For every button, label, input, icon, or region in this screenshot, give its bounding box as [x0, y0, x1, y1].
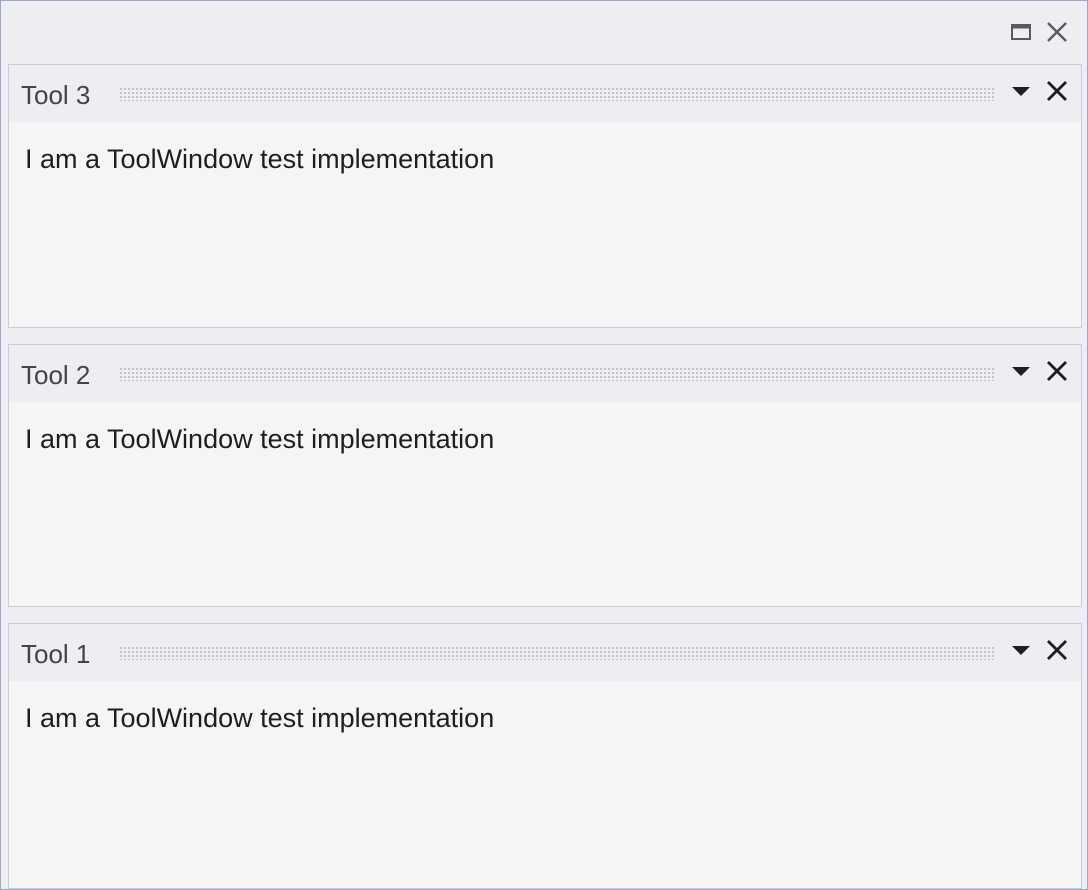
- tool-pane-tool-3: Tool 3 I am a ToolWindow test implementa…: [8, 64, 1082, 328]
- pane-menu-button[interactable]: [1009, 639, 1033, 665]
- close-icon: [1046, 80, 1068, 107]
- pane-title: Tool 1: [21, 639, 91, 669]
- pane-title: Tool 3: [21, 80, 91, 110]
- close-icon: [1046, 360, 1068, 387]
- pane-header[interactable]: Tool 3: [9, 65, 1081, 122]
- pane-menu-button[interactable]: [1009, 80, 1033, 106]
- pane-splitter[interactable]: [8, 607, 1082, 623]
- pane-close-button[interactable]: [1043, 78, 1071, 108]
- pane-close-button[interactable]: [1043, 358, 1071, 388]
- pane-header[interactable]: Tool 1: [9, 624, 1081, 681]
- close-icon: [1046, 639, 1068, 666]
- dropdown-arrow-icon: [1011, 643, 1031, 661]
- drag-grip[interactable]: [119, 646, 994, 660]
- pane-close-button[interactable]: [1043, 637, 1071, 667]
- pane-content: I am a ToolWindow test implementation: [9, 402, 1081, 606]
- pane-content: I am a ToolWindow test implementation: [9, 681, 1081, 888]
- window-titlebar[interactable]: [1, 1, 1087, 63]
- tool-pane-tool-2: Tool 2 I am a ToolWindow test implementa…: [8, 344, 1082, 607]
- pane-content-text: I am a ToolWindow test implementation: [25, 703, 495, 733]
- pane-title: Tool 2: [21, 360, 91, 390]
- pane-header[interactable]: Tool 2: [9, 345, 1081, 402]
- close-icon: [1046, 21, 1068, 43]
- pane-content-text: I am a ToolWindow test implementation: [25, 144, 495, 174]
- drag-grip[interactable]: [119, 367, 994, 381]
- pane-content: I am a ToolWindow test implementation: [9, 122, 1081, 327]
- drag-grip[interactable]: [119, 87, 994, 101]
- pane-content-text: I am a ToolWindow test implementation: [25, 424, 495, 454]
- tool-window-host: Tool 3 I am a ToolWindow test implementa…: [0, 0, 1088, 890]
- pane-splitter[interactable]: [8, 328, 1082, 344]
- close-window-button[interactable]: [1043, 17, 1071, 47]
- dropdown-arrow-icon: [1011, 84, 1031, 102]
- pane-menu-button[interactable]: [1009, 360, 1033, 386]
- tool-pane-tool-1: Tool 1 I am a ToolWindow test implementa…: [8, 623, 1082, 889]
- dropdown-arrow-icon: [1011, 364, 1031, 382]
- maximize-button[interactable]: [1007, 17, 1035, 47]
- maximize-icon: [1010, 22, 1032, 42]
